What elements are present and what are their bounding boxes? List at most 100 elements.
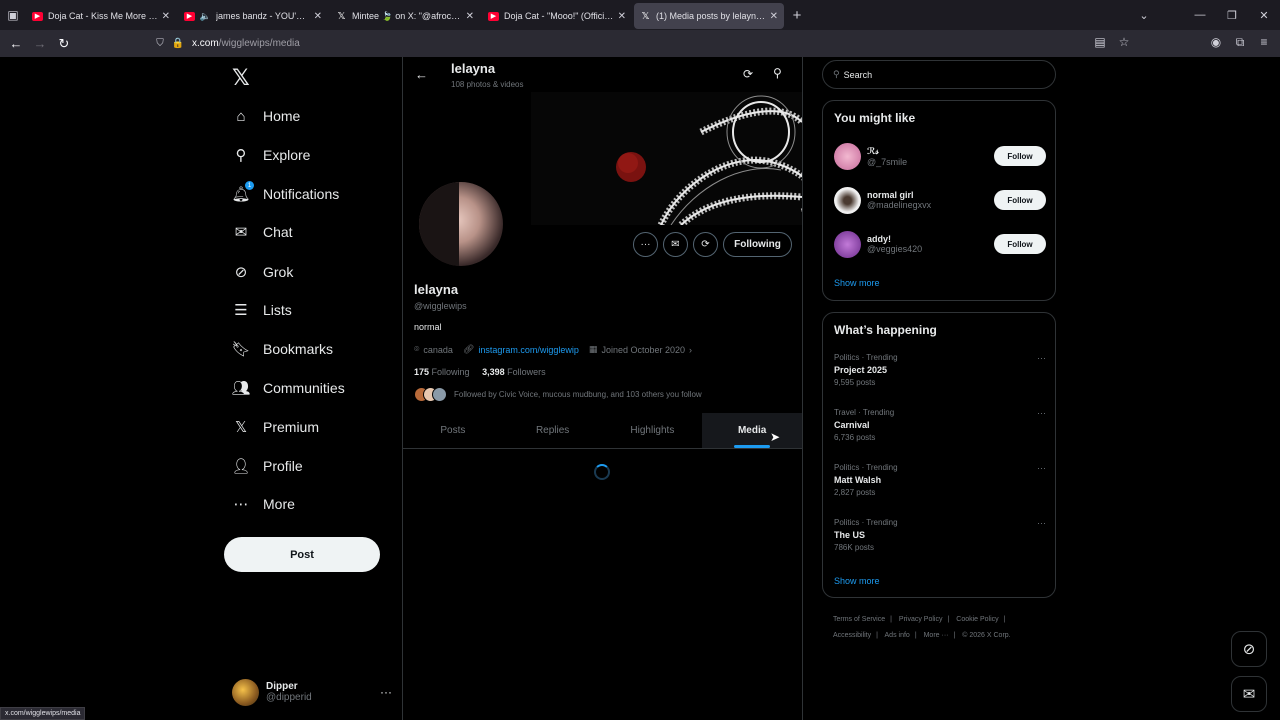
tab-overview-icon[interactable]: ▣ [0,0,26,30]
x-icon: 𝕏 [641,10,650,22]
forward-icon[interactable]: → [28,36,52,51]
back-icon[interactable]: ← [4,36,28,51]
new-tab-button[interactable]: + [786,7,808,24]
account-icon[interactable]: ◉ [1204,35,1228,50]
browser-tab[interactable]: ▶ Doja Cat - Kiss Me More (Officia ✕ [26,3,176,29]
avatar [232,678,259,706]
suggestion-item[interactable]: addy! @veggies420 Follow [834,227,1046,261]
close-window-icon[interactable]: ✕ [1248,9,1280,22]
close-icon[interactable]: ✕ [618,11,626,22]
nav-item-explore[interactable]: ⚲ Explore [232,140,311,170]
tab-media[interactable]: Media [702,413,802,448]
nav-item-bookmarks[interactable]: 🔖︎ Bookmarks [231,334,333,364]
notify-button[interactable]: ⟳ [693,232,718,257]
extensions-icon[interactable]: ⧉ [1228,35,1252,50]
search-icon[interactable]: ⚲ [773,66,782,80]
reader-view-icon[interactable]: ▤ [1088,35,1112,49]
browser-tab[interactable]: ▶ 🔈 james bandz - YOU'RE ON I ✕ [178,3,328,29]
profile-avatar[interactable] [416,179,506,269]
profile-banner[interactable] [531,92,802,225]
nav-item-more[interactable]: ⋯ More [232,489,295,519]
nav-item-home[interactable]: ⌂ Home [232,101,300,131]
more-dots-icon[interactable]: ··· [1037,518,1046,528]
shield-icon[interactable]: ⛉ [152,38,168,49]
more-dots-icon[interactable]: ··· [380,685,392,699]
mail-icon: ✉ [1242,686,1256,703]
bookmark-icon: 🔖︎ [231,341,251,358]
close-icon[interactable]: ✕ [162,11,170,22]
close-icon[interactable]: ✕ [466,11,474,22]
search-icon: ⚲ [235,147,247,164]
bookmark-star-icon[interactable]: ☆ [1112,35,1136,49]
message-button[interactable]: ✉ [663,232,688,257]
messages-fab-button[interactable]: ✉ [1231,676,1267,712]
more-dots-icon[interactable]: ··· [1037,408,1046,418]
grok-fab-button[interactable]: ⊘ [1231,631,1267,667]
nav-label: Lists [263,302,292,318]
minimize-icon[interactable]: — [1184,9,1216,21]
followed-by[interactable]: Followed by Civic Voice, mucous mudbung,… [414,387,702,402]
nav-item-lists[interactable]: ☰ Lists [232,295,292,325]
footer-more-link[interactable]: More ··· [924,632,949,639]
footer-ads-link[interactable]: Ads info [885,632,910,639]
nav-label: Communities [263,380,345,396]
follow-button[interactable]: Follow [994,234,1046,254]
search-input[interactable]: ⚲ Search [822,60,1056,89]
nav-item-premium[interactable]: 𝕏 Premium [232,412,319,442]
tab-posts[interactable]: Posts [403,413,503,448]
card-title: You might like [834,111,916,125]
trend-item[interactable]: Politics · Trending The US 786K posts ··… [834,518,1046,552]
more-options-button[interactable]: ··· [633,232,658,257]
tab-replies[interactable]: Replies [503,413,603,448]
following-button[interactable]: Following [723,232,792,257]
followed-by-text: Followed by Civic Voice, mucous mudbung,… [454,390,702,399]
browser-tab[interactable]: 𝕏 Mintee 🍃 on X: "@afrocosmist ✕ [330,3,480,29]
restore-icon[interactable]: ❐ [1216,9,1248,22]
trend-item[interactable]: Travel · Trending Carnival 6,736 posts ·… [834,408,1046,442]
suggestion-item[interactable]: normal girl @madelinegxvx Follow [834,183,1046,217]
refresh-icon[interactable]: ⟳ [743,67,753,81]
browser-tab-active[interactable]: 𝕏 (1) Media posts by lelayna (@wi ✕ [634,3,784,29]
nav-item-chat[interactable]: ✉ Chat [232,217,293,247]
lock-icon[interactable]: 🔒 [170,38,186,49]
menu-icon[interactable]: ≡ [1252,35,1276,50]
x-logo-icon[interactable]: 𝕏 [232,65,250,91]
chevron-right-icon[interactable]: › [689,345,692,355]
avatar [834,186,861,214]
follow-button[interactable]: Follow [994,190,1046,210]
url-bar[interactable]: ⛉ 🔒 x.com/wigglewips/media [152,32,1132,55]
back-arrow-icon[interactable]: ← [415,67,428,82]
tab-list-chevron-icon[interactable]: ⌄ [1128,9,1160,22]
card-title: What’s happening [834,323,937,337]
footer-privacy-link[interactable]: Privacy Policy [899,616,943,623]
trend-item[interactable]: Politics · Trending Matt Walsh 2,827 pos… [834,463,1046,497]
home-icon: ⌂ [236,107,246,125]
follow-button[interactable]: Follow [994,146,1046,166]
show-more-link[interactable]: Show more [834,278,880,288]
nav-item-profile[interactable]: 👤︎ Profile [231,451,302,481]
nav-item-communities[interactable]: 👥︎ Communities [231,373,345,403]
link-icon: 🔗︎ [462,344,475,354]
speaker-icon[interactable]: 🔈 [200,11,211,21]
trend-item[interactable]: Politics · Trending Project 2025 9,595 p… [834,353,1046,387]
following-count-link[interactable]: 175 Following [414,367,470,377]
suggestion-item[interactable]: ℛ𝓈 @_7smile Follow [834,139,1046,173]
show-more-link[interactable]: Show more [834,576,880,586]
nav-item-notifications[interactable]: 🔔︎ 1 Notifications [231,179,339,209]
account-switcher[interactable]: Dipper @dipperid ··· [232,675,392,709]
tab-highlights[interactable]: Highlights [603,413,703,448]
followers-count-link[interactable]: 3,398 Followers [482,367,546,377]
close-icon[interactable]: ✕ [314,11,322,22]
profile-link[interactable]: instagram.com/wigglewip [478,345,579,355]
more-dots-icon[interactable]: ··· [1037,353,1046,363]
footer-cookie-link[interactable]: Cookie Policy [956,616,998,623]
close-icon[interactable]: ✕ [770,11,778,22]
suggestion-handle: @madelinegxvx [867,200,932,210]
nav-item-grok[interactable]: ⊘ Grok [232,257,294,287]
footer-accessibility-link[interactable]: Accessibility [833,632,871,639]
more-dots-icon[interactable]: ··· [1037,463,1046,473]
post-button[interactable]: Post [224,537,380,572]
browser-tab[interactable]: ▶ Doja Cat - "Mooo!" (Official Vid ✕ [482,3,632,29]
footer-terms-link[interactable]: Terms of Service [833,616,885,623]
reload-icon[interactable]: ↻ [52,36,76,52]
